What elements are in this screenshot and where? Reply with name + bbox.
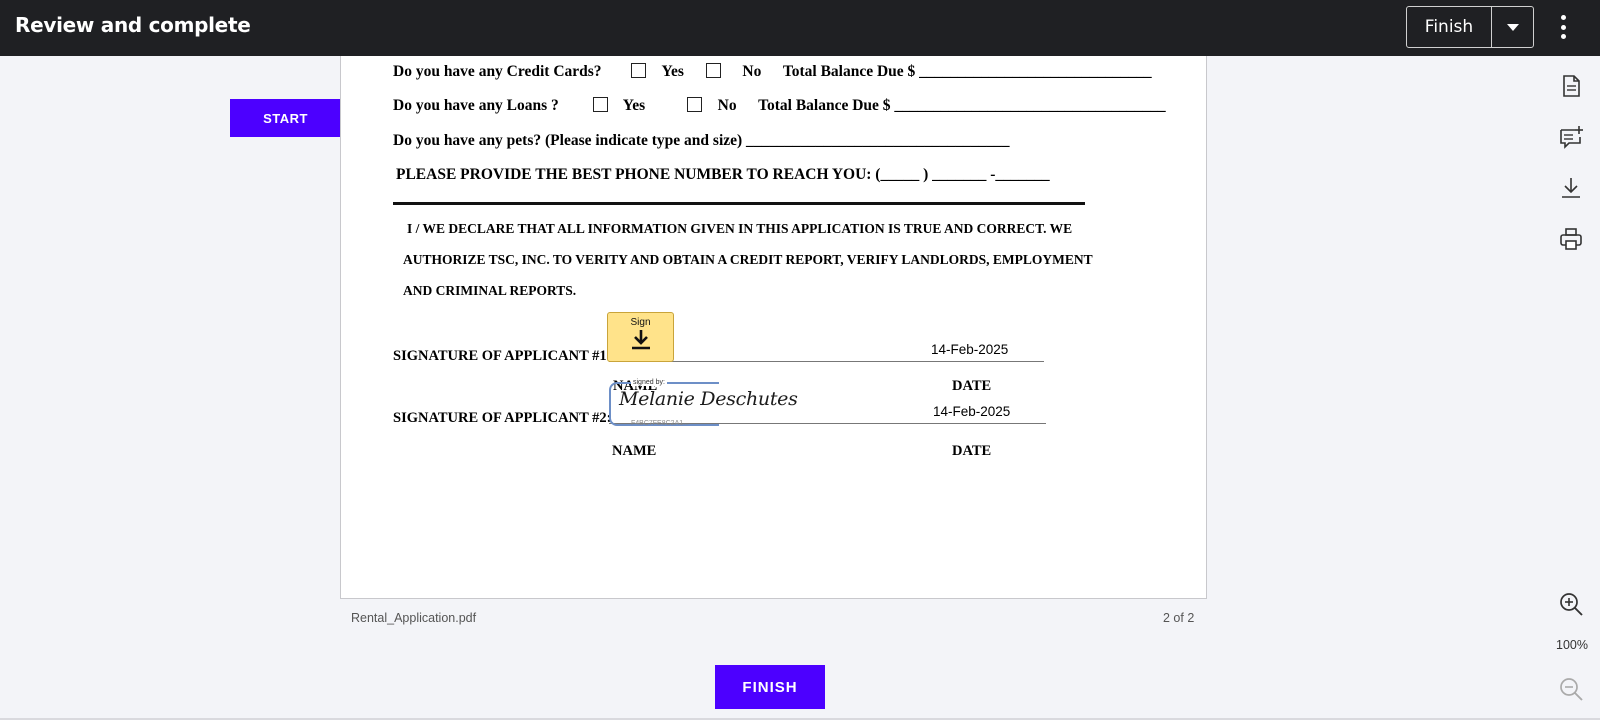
credit-cards-no-label: No bbox=[742, 63, 762, 80]
document-page: Do you have any Credit Cards? Yes No Tot… bbox=[340, 56, 1207, 599]
page-title: Review and complete bbox=[15, 13, 251, 37]
print-icon[interactable] bbox=[1558, 226, 1584, 252]
applicant2-date-label: DATE bbox=[952, 443, 992, 459]
start-button[interactable]: START bbox=[230, 99, 341, 137]
phone-row: PLEASE PROVIDE THE BEST PHONE NUMBER TO … bbox=[396, 166, 1050, 183]
loans-yes-checkbox[interactable] bbox=[592, 97, 608, 112]
zoom-level: 100% bbox=[1556, 638, 1588, 652]
loans-no-checkbox[interactable] bbox=[686, 97, 702, 112]
applicant1-signature-line bbox=[609, 361, 1044, 362]
loans-question: Do you have any Loans ? bbox=[393, 97, 559, 114]
file-name: Rental_Application.pdf bbox=[351, 611, 477, 625]
finish-bottom-button[interactable]: FINISH bbox=[715, 665, 825, 709]
declaration-line-3: AND CRIMINAL REPORTS. bbox=[403, 283, 577, 298]
document-icon[interactable] bbox=[1558, 73, 1584, 99]
zoom-in-icon[interactable] bbox=[1558, 591, 1584, 617]
credit-cards-yes-checkbox[interactable] bbox=[631, 63, 647, 78]
download-arrow-icon bbox=[631, 330, 650, 350]
top-bar: Review and complete Finish bbox=[0, 0, 1600, 56]
applicant2-signature-label: SIGNATURE OF APPLICANT #2: bbox=[393, 410, 612, 426]
credit-cards-question: Do you have any Credit Cards? bbox=[393, 63, 602, 80]
loans-balance: Total Balance Due $ ____________________… bbox=[758, 97, 1166, 114]
sign-here-tag[interactable]: Sign bbox=[607, 312, 674, 362]
declaration-line-1: I / WE DECLARE THAT ALL INFORMATION GIVE… bbox=[407, 221, 1073, 236]
declaration-line-2: AUTHORIZE TSC, INC. TO VERITY AND OBTAIN… bbox=[403, 252, 1093, 267]
credit-cards-no-checkbox[interactable] bbox=[705, 63, 721, 78]
signed-by-label: signed by: bbox=[631, 379, 667, 386]
loans-row: Do you have any Loans ? Yes No Total Bal… bbox=[393, 97, 1166, 115]
signature-id: F4BC7FE8C2A1... bbox=[631, 420, 689, 427]
loans-no-label: No bbox=[717, 97, 737, 114]
applicant2-signature: Melanie Deschutes bbox=[619, 388, 798, 410]
page-count: 2 of 2 bbox=[1163, 611, 1195, 625]
applicant1-date-label: DATE bbox=[952, 378, 992, 394]
zoom-out-icon[interactable] bbox=[1558, 676, 1584, 702]
applicant1-signature-label: SIGNATURE OF APPLICANT #1: bbox=[393, 348, 612, 364]
credit-cards-balance: Total Balance Due $ ____________________… bbox=[782, 63, 1152, 80]
sign-tag-label: Sign bbox=[630, 317, 651, 328]
finish-button-group: Finish bbox=[1406, 6, 1534, 48]
loans-yes-label: Yes bbox=[622, 97, 646, 114]
credit-cards-row: Do you have any Credit Cards? Yes No Tot… bbox=[393, 63, 1152, 81]
finish-button[interactable]: Finish bbox=[1407, 7, 1491, 47]
more-options-icon[interactable] bbox=[1553, 12, 1573, 42]
download-icon[interactable] bbox=[1558, 175, 1584, 201]
applicant2-name-label: NAME bbox=[612, 443, 657, 459]
divider bbox=[393, 202, 1085, 205]
pets-row: Do you have any pets? (Please indicate t… bbox=[393, 132, 1010, 149]
credit-cards-yes-label: Yes bbox=[661, 63, 684, 80]
add-comment-icon[interactable] bbox=[1558, 124, 1584, 150]
applicant2-date: 14-Feb-2025 bbox=[933, 404, 1011, 419]
caret-down-icon bbox=[1506, 23, 1519, 31]
finish-options-dropdown[interactable] bbox=[1491, 7, 1533, 47]
applicant1-date: 14-Feb-2025 bbox=[931, 342, 1009, 357]
